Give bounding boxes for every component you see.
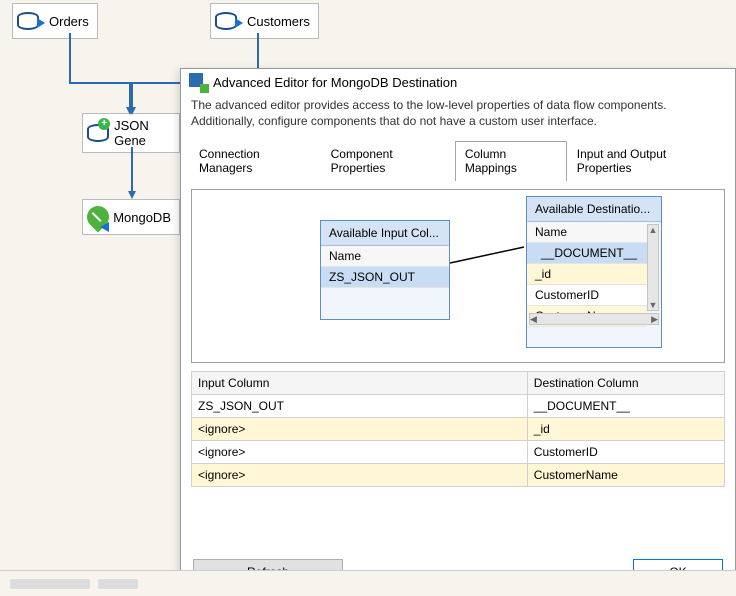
tab-connection-managers[interactable]: Connection Managers [189, 141, 321, 181]
tab-input-output-properties[interactable]: Input and Output Properties [567, 141, 727, 181]
table-row[interactable]: <ignore> CustomerName [192, 464, 725, 487]
column-header: Name [527, 222, 647, 243]
available-destination-columns-box[interactable]: Available Destinatio... Name __DOCUMENT_… [526, 196, 662, 348]
status-bar [0, 570, 736, 596]
dialog-title: Advanced Editor for MongoDB Destination [213, 75, 457, 90]
table-row[interactable]: <ignore> _id [192, 418, 725, 441]
dialog-icon [189, 73, 207, 91]
mapping-canvas: Available Input Col... Name ZS_JSON_OUT … [191, 189, 725, 363]
status-segment [10, 579, 90, 589]
flow-node-json-generator[interactable]: + JSON Gene [82, 113, 180, 153]
table-row[interactable]: <ignore> CustomerID [192, 441, 725, 464]
flow-node-customers[interactable]: Customers [210, 3, 319, 39]
flow-node-orders[interactable]: Orders [12, 3, 98, 39]
cell-input[interactable]: <ignore> [192, 441, 528, 464]
input-column-item[interactable]: ZS_JSON_OUT [321, 267, 449, 288]
json-generator-icon: + [87, 120, 108, 146]
cell-destination[interactable]: CustomerID [527, 441, 724, 464]
table-row[interactable]: ZS_JSON_OUT __DOCUMENT__ [192, 395, 725, 418]
flow-label: Customers [247, 14, 310, 29]
tab-strip: Connection Managers Component Properties… [189, 141, 727, 181]
flow-label: JSON Gene [114, 118, 171, 148]
advanced-editor-dialog: Advanced Editor for MongoDB Destination … [180, 68, 736, 596]
destination-column-item[interactable]: __DOCUMENT__ [527, 243, 647, 264]
flow-label: Orders [49, 14, 89, 29]
tab-column-mappings[interactable]: Column Mappings [455, 141, 567, 181]
cell-destination[interactable]: CustomerName [527, 464, 724, 487]
datasource-icon [215, 8, 241, 34]
vertical-scrollbar[interactable]: ▲▼ [647, 224, 659, 311]
horizontal-scrollbar[interactable]: ◀▶ [529, 313, 659, 325]
listbox-title: Available Input Col... [321, 221, 449, 246]
destination-column-item[interactable]: _id [527, 264, 647, 285]
datasource-icon [17, 8, 43, 34]
table-header-destination: Destination Column [527, 372, 724, 395]
listbox-title: Available Destinatio... [527, 197, 661, 222]
mapping-table[interactable]: Input Column Destination Column ZS_JSON_… [191, 371, 725, 487]
column-header: Name [321, 246, 449, 267]
dialog-description: The advanced editor provides access to t… [181, 93, 735, 141]
flow-label: MongoDB [113, 210, 171, 225]
chevron-left-icon[interactable]: ◀ [530, 314, 537, 325]
chevron-right-icon[interactable]: ▶ [651, 314, 658, 325]
dialog-titlebar: Advanced Editor for MongoDB Destination [181, 69, 735, 93]
mapping-connector [450, 245, 526, 265]
destination-column-item[interactable]: CustomerID [527, 285, 647, 306]
available-input-columns-box[interactable]: Available Input Col... Name ZS_JSON_OUT [320, 220, 450, 320]
cell-input[interactable]: <ignore> [192, 418, 528, 441]
tab-component-properties[interactable]: Component Properties [321, 141, 455, 181]
chevron-down-icon[interactable]: ▼ [649, 300, 658, 310]
flow-node-mongodb[interactable]: MongoDB [82, 199, 180, 235]
table-header-input: Input Column [192, 372, 528, 395]
cell-destination[interactable]: _id [527, 418, 724, 441]
cell-input[interactable]: <ignore> [192, 464, 528, 487]
status-segment [98, 579, 138, 589]
chevron-up-icon[interactable]: ▲ [649, 225, 658, 235]
cell-destination[interactable]: __DOCUMENT__ [527, 395, 724, 418]
cell-input[interactable]: ZS_JSON_OUT [192, 395, 528, 418]
mongodb-destination-icon [87, 204, 107, 230]
